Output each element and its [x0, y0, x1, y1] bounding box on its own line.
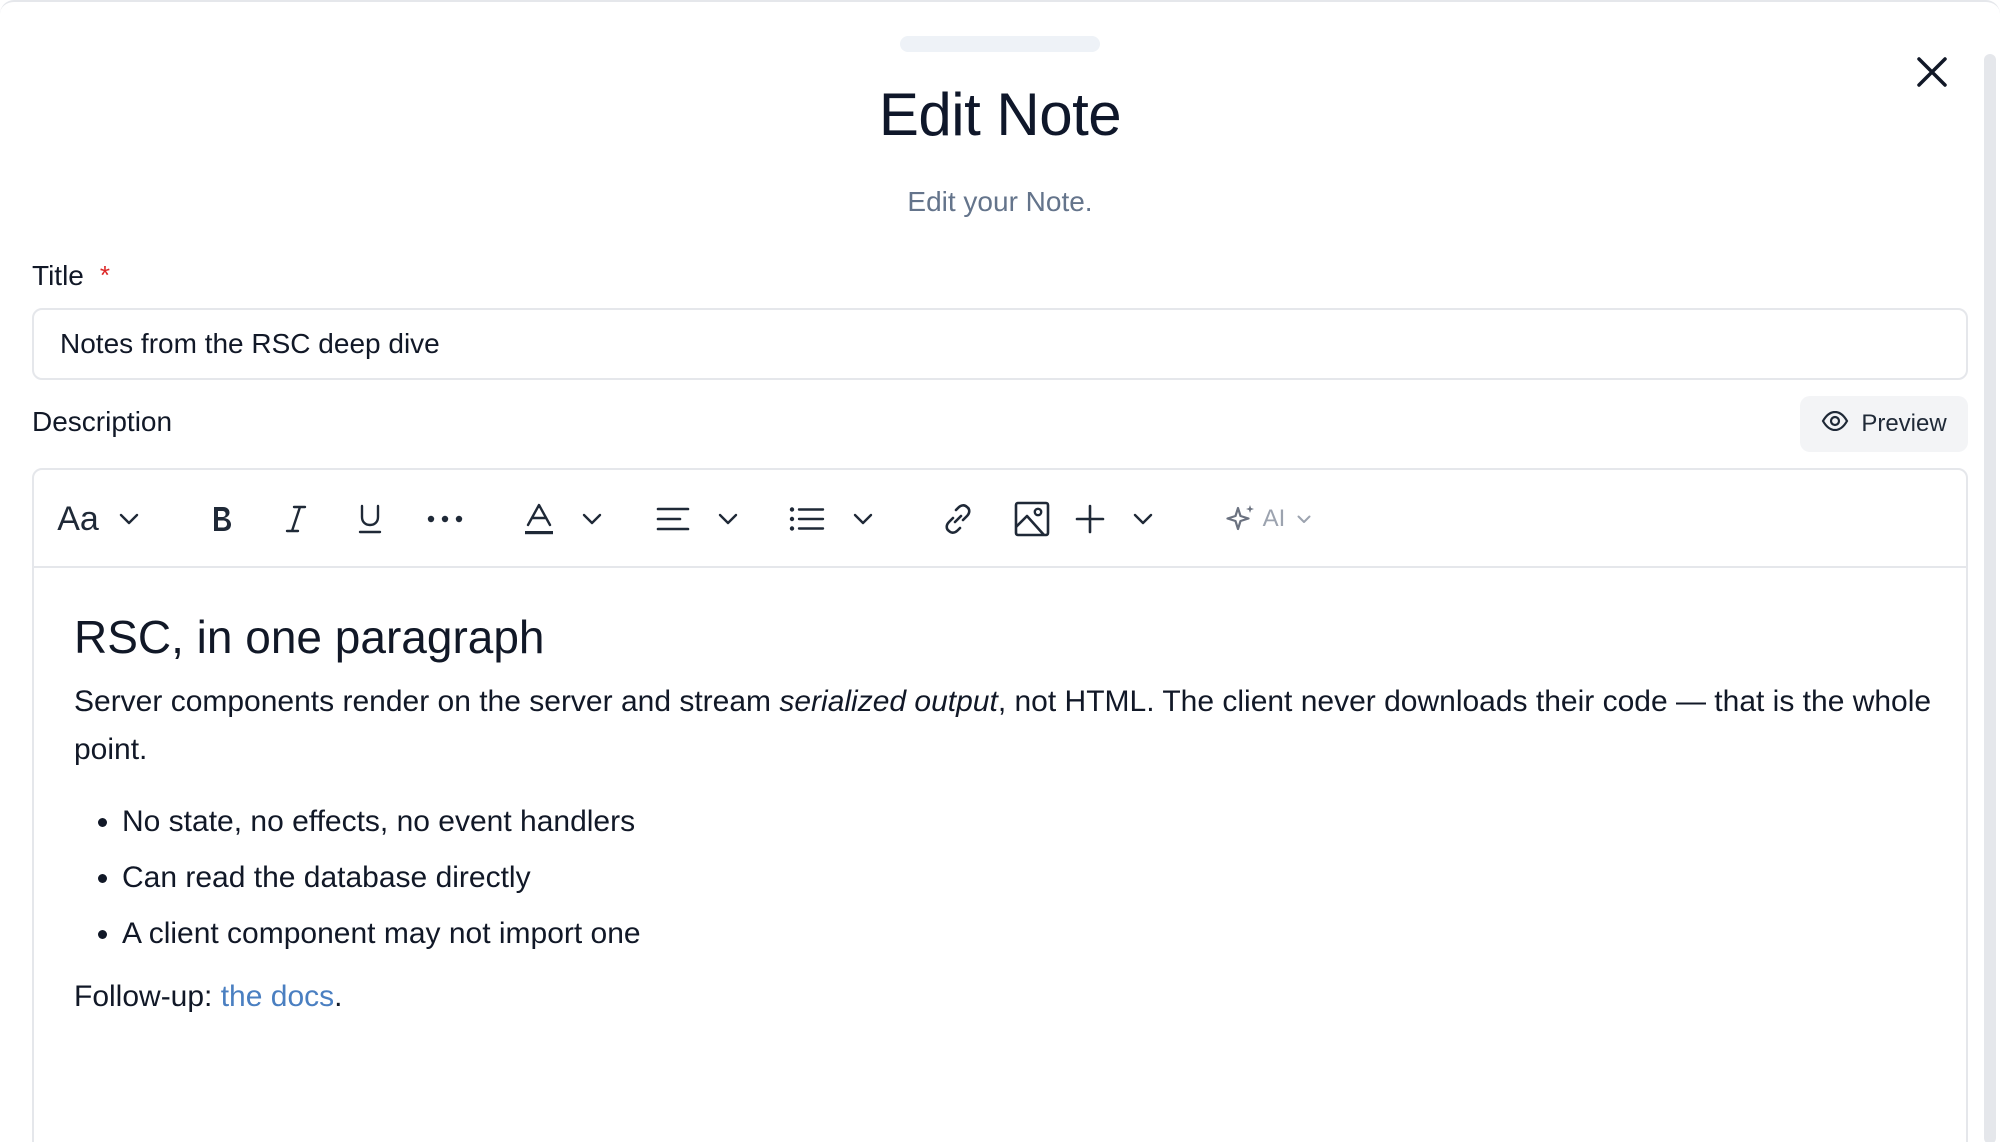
list-item: A client component may not import one [122, 906, 1934, 962]
description-label: Description [32, 406, 173, 437]
editor-content[interactable]: RSC, in one paragraph Server components … [74, 610, 1934, 1014]
more-horizontal-icon [427, 515, 463, 523]
preview-button[interactable]: Preview [1800, 396, 1968, 452]
paragraph-emphasis: serialized output [779, 685, 998, 718]
title-input[interactable] [32, 308, 1968, 380]
more-formatting-button[interactable] [420, 496, 470, 542]
list-dropdown[interactable] [786, 496, 876, 542]
chevron-down-icon [718, 513, 738, 525]
paragraph-text-start: Server components render on the server a… [74, 685, 780, 718]
list-item: No state, no effects, no event handlers [122, 794, 1934, 850]
dialog-title: Edit Note [878, 81, 1122, 148]
chevron-down-icon [582, 513, 602, 525]
underline-button[interactable] [348, 496, 392, 542]
eye-icon [1821, 410, 1849, 438]
rich-text-editor[interactable]: Aa AI RSC, in one paragraph Server compo… [32, 468, 1968, 1142]
insert-image-button[interactable] [1008, 496, 1056, 542]
chevron-down-icon [1133, 513, 1153, 525]
preview-label: Preview [1861, 410, 1947, 437]
text-style-dropdown[interactable]: Aa [48, 496, 148, 542]
underline-icon [358, 504, 382, 534]
bold-icon [210, 505, 234, 533]
chevron-down-icon [119, 513, 139, 525]
dialog-subtitle: Edit your Note. [907, 186, 1093, 217]
chevron-down-icon [1297, 515, 1311, 524]
plus-icon [1075, 504, 1105, 534]
required-marker: * [99, 260, 110, 290]
italic-button[interactable] [274, 496, 318, 542]
image-icon [1014, 501, 1050, 537]
bullet-list: No state, no effects, no event handlers … [74, 794, 1934, 962]
sparkles-icon [1225, 503, 1257, 535]
editor-toolbar: Aa AI [34, 470, 1966, 568]
followup-line: Follow-up: the docs. [74, 980, 1934, 1014]
docs-link[interactable]: the docs [221, 980, 334, 1013]
title-label-text: Title [32, 260, 84, 291]
list-item: Can read the database directly [122, 850, 1934, 906]
content-paragraph: Server components render on the server a… [74, 678, 1934, 774]
text-color-dropdown[interactable] [518, 496, 608, 542]
text-style-label: Aa [57, 499, 99, 538]
chevron-down-icon [853, 513, 873, 525]
link-icon [941, 502, 975, 536]
align-left-icon [656, 507, 690, 531]
italic-icon [285, 505, 307, 533]
edit-note-dialog: Edit Note Edit your Note. Title * Descrip… [0, 0, 2000, 1142]
followup-prefix: Follow-up: [74, 980, 221, 1013]
align-dropdown[interactable] [652, 496, 742, 542]
insert-block-dropdown[interactable] [1066, 496, 1162, 542]
title-label: Title * [32, 260, 110, 292]
drag-handle[interactable] [900, 36, 1100, 52]
ai-dropdown[interactable]: AI [1218, 496, 1318, 542]
insert-link-button[interactable] [934, 496, 982, 542]
text-color-icon [524, 503, 554, 535]
ai-label: AI [1262, 505, 1286, 532]
bold-button[interactable] [200, 496, 244, 542]
content-heading: RSC, in one paragraph [74, 611, 545, 663]
bullet-list-icon [789, 507, 825, 531]
followup-suffix: . [334, 980, 343, 1013]
